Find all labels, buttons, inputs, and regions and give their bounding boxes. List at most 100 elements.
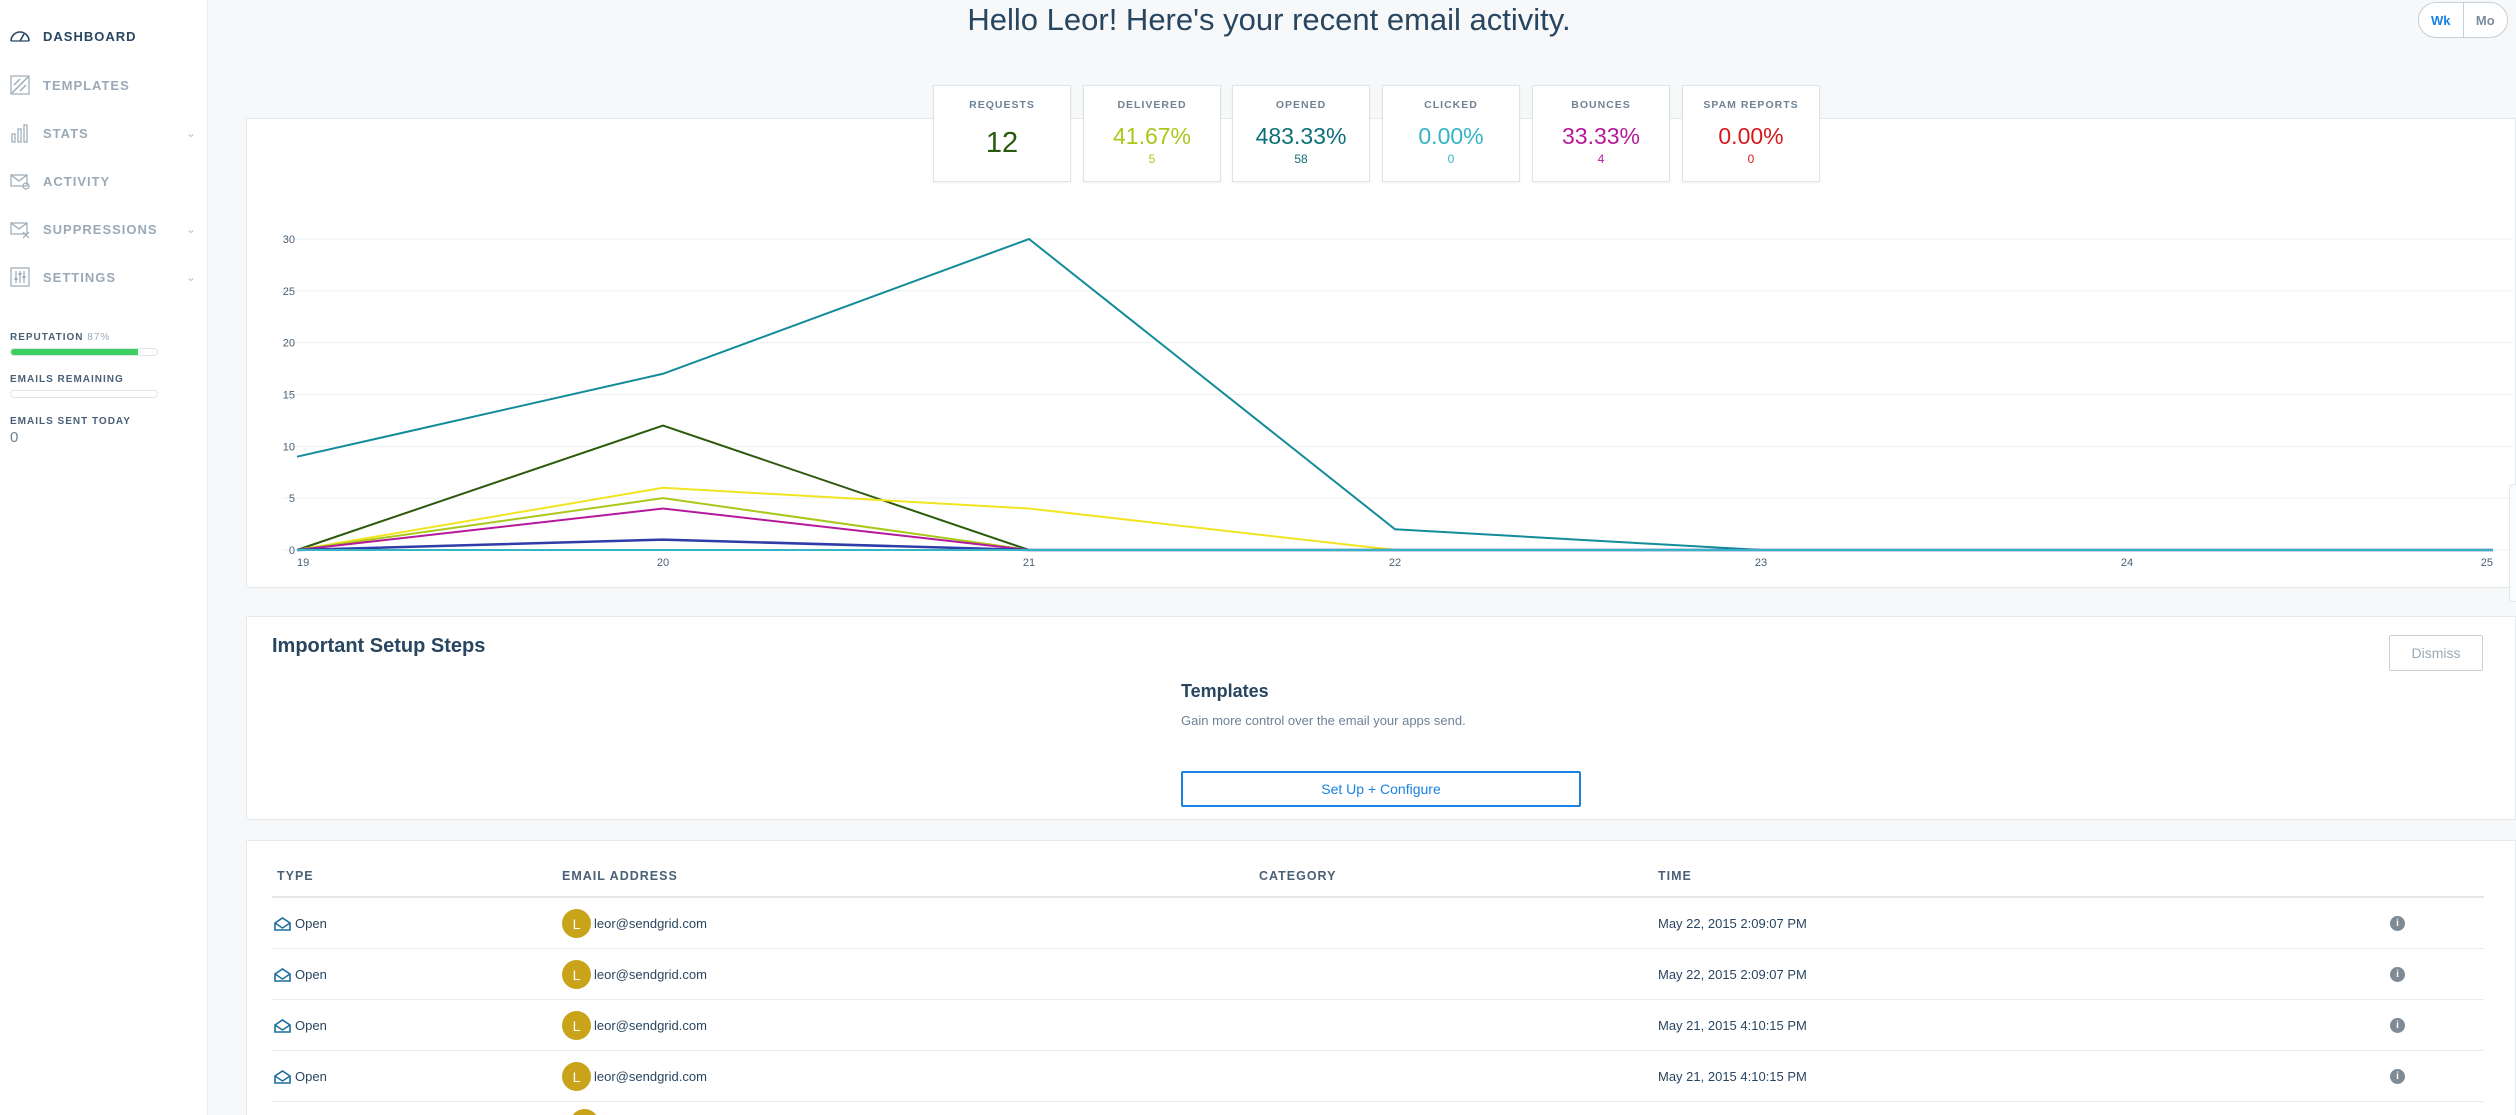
stat-count: 58 xyxy=(1294,152,1308,166)
emails-remaining-bar xyxy=(10,390,158,398)
chart-panel xyxy=(246,118,2516,588)
stat-label: BOUNCES xyxy=(1571,99,1631,111)
type-cell: Open xyxy=(274,949,327,1000)
setup-step-title: Templates xyxy=(1181,681,1269,701)
stat-label: REQUESTS xyxy=(969,99,1035,111)
settings-icon xyxy=(10,267,30,287)
type-label: Open xyxy=(295,916,327,931)
time-cell: May 22, 2015 2:09:07 PM xyxy=(1658,916,1807,931)
chevron-down-icon[interactable]: ⌄ xyxy=(186,222,196,236)
email-cell: Lleor@sendgrid.com xyxy=(562,1051,707,1102)
email-address[interactable]: leor@sendgrid.com xyxy=(594,916,707,931)
chevron-down-icon[interactable]: ⌄ xyxy=(186,270,196,284)
info-cell: i xyxy=(2390,949,2405,1000)
setup-title: Important Setup Steps xyxy=(272,635,486,657)
stat-card-delivered[interactable]: DELIVERED 41.67% 5 xyxy=(1083,85,1221,182)
emails-remaining-meter: EMAILS REMAINING xyxy=(10,374,158,398)
stat-label: DELIVERED xyxy=(1117,99,1187,111)
dismiss-button[interactable]: Dismiss xyxy=(2389,635,2483,671)
info-icon[interactable]: i xyxy=(2390,916,2405,931)
type-cell: Open xyxy=(274,1000,327,1051)
page-title: Hello Leor! Here's your recent email act… xyxy=(967,2,1571,37)
column-header-email[interactable]: EMAIL ADDRESS xyxy=(562,869,678,883)
email-cell: Lleor@sendgrid.com xyxy=(562,949,707,1000)
reputation-bar xyxy=(10,348,158,356)
time-cell: May 21, 2015 4:10:15 PM xyxy=(1658,1069,1807,1084)
stat-card-bounces[interactable]: BOUNCES 33.33% 4 xyxy=(1532,85,1670,182)
sidebar-item-templates[interactable]: TEMPLATES xyxy=(0,61,208,109)
avatar: L xyxy=(562,1011,591,1040)
sidebar-item-label: ACTIVITY xyxy=(43,173,111,189)
stat-value: 41.67% xyxy=(1112,123,1191,149)
info-icon[interactable]: i xyxy=(2390,1018,2405,1033)
emails-remaining-label: EMAILS REMAINING xyxy=(10,374,124,385)
avatar: L xyxy=(562,909,591,938)
emails-sent-today: EMAILS SENT TODAY 0 xyxy=(10,416,131,446)
reputation-value: 87% xyxy=(87,332,111,343)
reputation-label: REPUTATION xyxy=(10,332,84,343)
activity-table: TYPE EMAIL ADDRESS CATEGORY TIME Open Lle… xyxy=(246,840,2516,1115)
email-address[interactable]: leor@sendgrid.com xyxy=(594,1018,707,1033)
chevron-down-icon[interactable]: ⌄ xyxy=(186,126,196,140)
stat-card-clicked[interactable]: CLICKED 0.00% 0 xyxy=(1382,85,1520,182)
reputation-bar-fill xyxy=(11,349,139,355)
type-label: Open xyxy=(295,1018,327,1033)
time-cell: May 22, 2015 2:09:07 PM xyxy=(1658,967,1807,982)
suppressions-icon xyxy=(10,222,30,239)
stat-label: CLICKED xyxy=(1424,99,1478,111)
column-header-category[interactable]: CATEGORY xyxy=(1259,869,1336,883)
stat-count: 0 xyxy=(1447,152,1455,166)
stat-label: SPAM REPORTS xyxy=(1703,99,1799,111)
sidebar-item-suppressions[interactable]: SUPPRESSIONS ⌄ xyxy=(0,205,208,253)
stat-card-opened[interactable]: OPENED 483.33% 58 xyxy=(1232,85,1370,182)
email-address[interactable]: leor@sendgrid.com xyxy=(594,1069,707,1084)
stat-card-requests[interactable]: REQUESTS 12 xyxy=(933,85,1071,182)
activity-icon xyxy=(10,174,30,190)
sidebar-item-dashboard[interactable]: DASHBOARD xyxy=(0,12,208,60)
scroll-handle[interactable] xyxy=(2509,484,2516,602)
stat-value: 483.33% xyxy=(1255,123,1347,149)
table-row[interactable]: Open Lleor@sendgrid.com May 22, 2015 2:09:… xyxy=(272,949,2484,1000)
stat-label: OPENED xyxy=(1275,99,1327,111)
info-cell: i xyxy=(2390,898,2405,949)
range-week-button[interactable]: Wk xyxy=(2419,3,2463,37)
type-label: Open xyxy=(295,967,327,982)
setup-step-description: Gain more control over the email your ap… xyxy=(1181,713,1466,728)
reputation-meter: REPUTATION 87% xyxy=(10,332,158,356)
stat-count: 4 xyxy=(1597,152,1605,166)
email-address[interactable]: leor@sendgrid.com xyxy=(594,967,707,982)
info-icon[interactable]: i xyxy=(2390,967,2405,982)
column-header-time[interactable]: TIME xyxy=(1658,869,1692,883)
info-cell: i xyxy=(2390,1051,2405,1102)
page-header: Hello Leor! Here's your recent email act… xyxy=(208,2,2516,46)
stat-value: 12 xyxy=(985,127,1019,159)
sidebar-item-stats[interactable]: STATS ⌄ xyxy=(0,109,208,157)
open-envelope-icon xyxy=(274,967,291,982)
sidebar: DASHBOARD TEMPLATES STATS ⌄ ACTIVITY SUP… xyxy=(0,0,208,1115)
open-envelope-icon xyxy=(274,1018,291,1033)
sidebar-item-settings[interactable]: SETTINGS ⌄ xyxy=(0,253,208,301)
sidebar-item-label: STATS xyxy=(43,125,89,141)
sidebar-item-label: SUPPRESSIONS xyxy=(43,221,158,237)
table-row[interactable]: Open Lleor@sendgrid.com May 21, 2015 4:10:… xyxy=(272,1051,2484,1102)
dashboard-icon xyxy=(10,31,30,42)
stat-value: 33.33% xyxy=(1561,123,1640,149)
stat-card-spam-reports[interactable]: SPAM REPORTS 0.00% 0 xyxy=(1682,85,1820,182)
emails-sent-label: EMAILS SENT TODAY xyxy=(10,416,131,427)
table-row[interactable]: Open Lleor@sendgrid.com May 21, 2015 4:10:… xyxy=(272,1000,2484,1051)
range-toggle: Wk Mo xyxy=(2418,2,2508,38)
sidebar-item-label: SETTINGS xyxy=(43,269,117,285)
range-month-button[interactable]: Mo xyxy=(2462,3,2508,37)
info-icon[interactable]: i xyxy=(2390,1069,2405,1084)
open-envelope-icon xyxy=(274,1069,291,1084)
sidebar-item-label: DASHBOARD xyxy=(43,28,137,44)
table-row[interactable]: Open Lleor@sendgrid.com May 22, 2015 2:09:… xyxy=(272,898,2484,949)
setup-configure-button[interactable]: Set Up + Configure xyxy=(1181,771,1581,807)
stat-count: 5 xyxy=(1148,152,1156,166)
avatar: L xyxy=(562,1062,591,1091)
type-cell: Open xyxy=(274,1051,327,1102)
column-header-type[interactable]: TYPE xyxy=(277,869,314,883)
app-root: DASHBOARD TEMPLATES STATS ⌄ ACTIVITY SUP… xyxy=(0,0,2516,1115)
sidebar-item-activity[interactable]: ACTIVITY xyxy=(0,157,208,205)
type-label: Open xyxy=(295,1069,327,1084)
